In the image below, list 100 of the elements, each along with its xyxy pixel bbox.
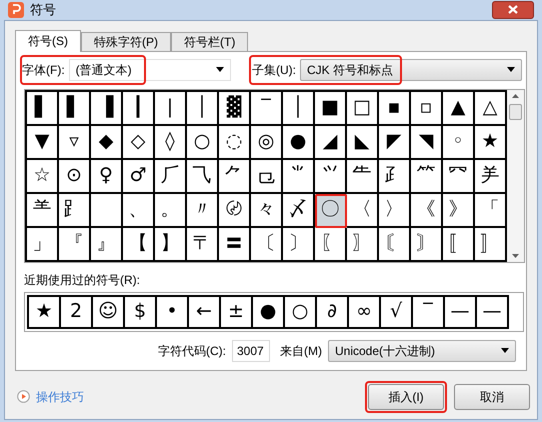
symbol-cell[interactable]: □ [347,92,379,126]
symbol-cell[interactable]: ⺈ [219,160,251,194]
symbol-cell[interactable]: ◤ [379,126,411,160]
symbol-cell[interactable]: 〓 [219,228,251,262]
symbol-cell[interactable]: 〕 [283,228,315,262]
symbol-cell[interactable]: 『 [59,228,91,262]
symbol-cell[interactable]: 〃 [187,194,219,228]
symbol-cell[interactable]: ▼ [27,126,59,160]
symbol-cell[interactable]: ⺄ [187,160,219,194]
dialog-button[interactable]: 插入(I) [368,384,444,410]
recent-symbol-cell[interactable]: √ [381,296,413,328]
symbol-cell[interactable]: ⻊ [59,194,91,228]
scroll-thumb[interactable] [509,104,522,120]
symbol-cell[interactable]: ◎ [251,126,283,160]
symbol-cell[interactable]: 〇 [315,194,347,228]
symbol-cell[interactable]: ⺳ [443,160,475,194]
recent-symbol-cell[interactable]: — [445,296,477,328]
symbol-cell[interactable] [91,194,123,228]
symbol-cell[interactable]: 】 [155,228,187,262]
symbol-cell[interactable]: ○ [187,126,219,160]
symbol-cell[interactable]: 〆 [283,194,315,228]
symbol-cell[interactable]: ⺍ [315,160,347,194]
symbol-cell[interactable]: ◌ [219,126,251,160]
symbol-cell[interactable]: △ [475,92,507,126]
symbol-cell[interactable]: 〄 [219,194,251,228]
char-code-field[interactable]: 3007 [232,340,270,362]
symbol-cell[interactable]: 。 [155,194,187,228]
symbol-cell[interactable]: ■ [315,92,347,126]
recent-symbol-cell[interactable]: ∂ [317,296,349,328]
symbol-cell[interactable]: 〔 [251,228,283,262]
symbol-cell[interactable]: 「 [475,194,507,228]
symbol-cell[interactable]: ◆ [91,126,123,160]
recent-symbol-cell[interactable]: ● [253,296,285,328]
symbol-cell[interactable]: 《 [411,194,443,228]
tab[interactable]: 特殊字符(P) [81,32,171,50]
symbol-cell[interactable]: ▫ [411,92,443,126]
close-button[interactable] [492,0,534,19]
symbol-cell[interactable]: ◇ [123,126,155,160]
symbol-cell[interactable]: ★ [475,126,507,160]
symbol-cell[interactable]: ⺌ [283,160,315,194]
symbol-cell[interactable]: ▓ [219,92,251,126]
symbol-cell[interactable]: ▪ [379,92,411,126]
symbol-cell[interactable]: ♂ [123,160,155,194]
symbol-cell[interactable]: ⊙ [59,160,91,194]
symbol-cell[interactable]: 〉 [379,194,411,228]
recent-symbol-cell[interactable]: • [157,296,189,328]
symbol-cell[interactable]: ‾ [251,92,283,126]
symbol-cell[interactable]: 》 [443,194,475,228]
symbol-cell[interactable]: ▿ [59,126,91,160]
symbol-cell[interactable]: ⺶ [475,160,507,194]
symbol-cell[interactable]: 〖 [315,228,347,262]
symbol-cell[interactable]: ◣ [347,126,379,160]
symbol-cell[interactable]: 』 [91,228,123,262]
recent-symbol-cell[interactable]: ‾ [413,296,445,328]
symbol-cell[interactable]: │ [187,92,219,126]
symbol-cell[interactable]: ▌ [59,92,91,126]
symbol-cell[interactable]: 〛 [475,228,507,262]
recent-symbol-cell[interactable]: ± [221,296,253,328]
symbol-cell[interactable]: 【 [123,228,155,262]
recent-symbol-cell[interactable]: — [477,296,509,328]
symbol-cell[interactable]: 〘 [379,228,411,262]
symbol-cell[interactable]: ⺧ [347,160,379,194]
symbol-cell[interactable]: ◊ [155,126,187,160]
symbol-cell[interactable]: 〚 [443,228,475,262]
symbol-cell[interactable]: 〒 [187,228,219,262]
symbol-cell[interactable]: ⺁ [155,160,187,194]
subset-dropdown[interactable]: CJK 符号和标点 [300,58,522,80]
symbol-cell[interactable]: | [155,92,187,126]
symbol-cell[interactable]: 〗 [347,228,379,262]
symbol-cell[interactable]: ⺷ [27,194,59,228]
symbol-cell[interactable]: 〙 [411,228,443,262]
dialog-button[interactable]: 取消 [454,384,530,410]
symbol-cell[interactable]: 」 [27,228,59,262]
symbol-cell[interactable]: 〈 [347,194,379,228]
recent-symbol-cell[interactable]: ○ [285,296,317,328]
recent-symbol-cell[interactable]: $ [125,296,157,328]
recent-symbol-cell[interactable]: ∞ [349,296,381,328]
symbol-cell[interactable]: 々 [251,194,283,228]
symbol-cell[interactable]: ⺪ [379,160,411,194]
recent-symbol-cell[interactable]: ★ [29,296,61,328]
symbol-cell[interactable]: 、 [123,194,155,228]
symbol-cell[interactable]: ┃ [123,92,155,126]
scrollbar[interactable] [507,90,524,262]
symbol-cell[interactable]: ▐ [91,92,123,126]
symbol-cell[interactable]: ♀ [91,160,123,194]
symbol-cell[interactable]: ◢ [315,126,347,160]
symbol-cell[interactable]: ● [283,126,315,160]
symbol-cell[interactable]: ⺋ [251,160,283,194]
symbol-cell[interactable]: ☆ [27,160,59,194]
tab[interactable]: 符号栏(T) [171,32,248,50]
symbol-cell[interactable]: ▲ [443,92,475,126]
symbol-cell[interactable]: ⺮ [411,160,443,194]
symbol-cell[interactable]: │ [283,92,315,126]
recent-symbol-cell[interactable]: 2 [61,296,93,328]
recent-symbol-cell[interactable]: ☺ [93,296,125,328]
symbol-cell[interactable]: ◦ [443,126,475,160]
source-dropdown[interactable]: Unicode(十六进制) [328,340,516,362]
symbol-cell[interactable]: ◥ [411,126,443,160]
font-dropdown[interactable]: (普通文本) [68,58,231,80]
tips-link[interactable]: 操作技巧 [17,388,84,406]
